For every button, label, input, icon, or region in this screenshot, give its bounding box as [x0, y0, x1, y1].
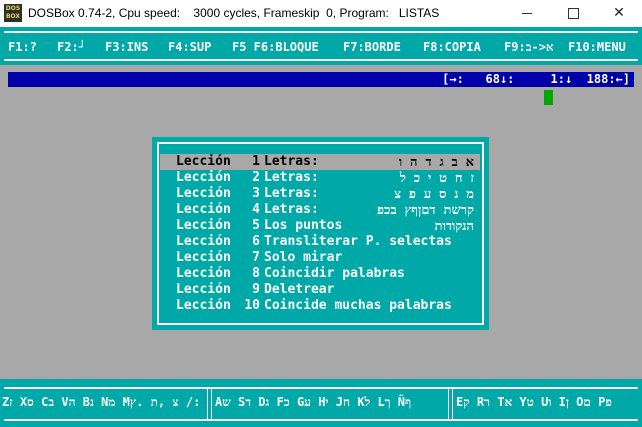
lesson-number: 5	[252, 218, 260, 233]
lesson-title: Letras:	[264, 202, 319, 217]
minimize-icon	[522, 12, 532, 14]
window-title: DOSBox 0.74-2, Cpu speed: 3000 cycles, F…	[28, 6, 440, 20]
key-map-top-row: Eק Rר Tא Yט Uו Iן Oם Pפ	[456, 395, 612, 409]
lesson-title: Letras:	[264, 154, 319, 169]
keystrip-divider	[448, 387, 453, 421]
lesson-hebrew-letters: מ נ ס ע פ צ	[394, 187, 474, 202]
maximize-icon	[567, 7, 579, 19]
lesson-word: Lección	[176, 234, 231, 249]
lesson-item-2[interactable]: Lección 2 Letras: ז ח ט י כ ל	[160, 170, 480, 186]
lesson-word: Lección	[176, 266, 231, 281]
cursor-position-status: [→: 68↓: 1:↓ 188:←]	[442, 72, 630, 86]
status-bar: [→: 68↓: 1:↓ 188:←]	[8, 72, 634, 87]
window-title-bar[interactable]: DOS BOX DOSBox 0.74-2, Cpu speed: 3000 c…	[0, 0, 642, 28]
minimize-button[interactable]	[504, 0, 550, 27]
lesson-hebrew-letters: ז ח ט י כ ל	[399, 171, 474, 186]
close-icon: ✕	[613, 5, 625, 21]
lesson-item-4[interactable]: Lección 4 Letras: קרשת דםןףץ בכפ	[160, 202, 480, 218]
icon-label-top: DOS	[5, 5, 21, 12]
key-map-middle-row: Aש Sד Dג Fכ Gע Hי Jח Kל Lך Ñף	[215, 395, 412, 409]
lesson-word: Lección	[176, 298, 231, 313]
lesson-number: 1	[252, 154, 260, 169]
lesson-item-3[interactable]: Lección 3 Letras: מ נ ס ע פ צ	[160, 186, 480, 202]
menu-item-f2-enter[interactable]: F2:┘	[57, 40, 86, 54]
lesson-title: Letras:	[264, 170, 319, 185]
lesson-word: Lección	[176, 250, 231, 265]
lesson-item-5[interactable]: Lección 5 Los puntos הנקודות	[160, 218, 480, 234]
lesson-title: Letras:	[264, 186, 319, 201]
lesson-word: Lección	[176, 170, 231, 185]
maximize-button[interactable]	[550, 0, 596, 27]
menu-item-f1-help[interactable]: F1:?	[8, 40, 37, 54]
close-button[interactable]: ✕	[596, 0, 642, 27]
lesson-title: Transliterar P. selectas	[264, 234, 452, 249]
lesson-item-10[interactable]: Lección 10 Coincide muchas palabras	[160, 298, 480, 314]
lesson-number: 7	[252, 250, 260, 265]
icon-label-bottom: BOX	[5, 13, 21, 20]
lesson-number: 2	[252, 170, 260, 185]
menu-item-f10-menu[interactable]: F10:MENU	[568, 40, 626, 54]
keystrip-divider	[207, 387, 212, 421]
lesson-title: Coincidir palabras	[264, 266, 405, 281]
lesson-title: Solo mirar	[264, 250, 343, 265]
function-key-menubar: F1:? F2:┘ F3:INS F4:SUP F5 F6:BLOQUE F7:…	[0, 27, 642, 65]
lesson-word: Lección	[176, 282, 231, 297]
dosbox-icon: DOS BOX	[4, 4, 22, 22]
menu-item-f5f6-bloque[interactable]: F5 F6:BLOQUE	[232, 40, 319, 54]
lesson-title: Deletrear	[264, 282, 335, 297]
dos-screen[interactable]: F1:? F2:┘ F3:INS F4:SUP F5 F6:BLOQUE F7:…	[0, 27, 642, 427]
lesson-word: Lección	[176, 218, 231, 233]
lesson-number: 6	[252, 234, 260, 249]
keyboard-map-strip: Zז Xס Cב Vה Bנ Nמ Mצ ,ת .ץ /: Aש Sד Dג F…	[0, 379, 642, 427]
menu-item-f9-direction[interactable]: F9:א<-ב	[504, 40, 554, 55]
menu-item-f8-copia[interactable]: F8:COPIA	[423, 40, 481, 54]
lesson-number: 9	[252, 282, 260, 297]
lesson-title: Los puntos	[264, 218, 343, 233]
lesson-title: Coincide muchas palabras	[264, 298, 452, 313]
lesson-number: 3	[252, 186, 260, 201]
lesson-item-1[interactable]: Lección 1 Letras: א ב ג ד ה ו	[160, 154, 480, 170]
lesson-number: 10	[244, 298, 260, 313]
lesson-menu-dialog: Lección 1 Letras: א ב ג ד ה ו Lección 2 …	[152, 137, 489, 330]
key-map-bottom-row: Zז Xס Cב Vה Bנ Nמ Mצ ,ת .ץ /:	[2, 395, 201, 409]
text-cursor	[544, 90, 553, 105]
lesson-item-9[interactable]: Lección 9 Deletrear	[160, 282, 480, 298]
lesson-number: 4	[252, 202, 260, 217]
lesson-number: 8	[252, 266, 260, 281]
lesson-word: Lección	[176, 154, 231, 169]
menu-item-f3-ins[interactable]: F3:INS	[105, 40, 148, 54]
menu-item-f7-borde[interactable]: F7:BORDE	[343, 40, 401, 54]
lesson-hebrew-letters: קרשת דםןףץ בכפ	[376, 203, 474, 218]
lesson-item-7[interactable]: Lección 7 Solo mirar	[160, 250, 480, 266]
lesson-word: Lección	[176, 186, 231, 201]
lesson-item-8[interactable]: Lección 8 Coincidir palabras	[160, 266, 480, 282]
lesson-hebrew-letters: הנקודות	[434, 219, 475, 234]
lesson-item-6[interactable]: Lección 6 Transliterar P. selectas	[160, 234, 480, 250]
lesson-hebrew-letters: א ב ג ד ה ו	[398, 155, 474, 170]
lesson-word: Lección	[176, 202, 231, 217]
menu-item-f4-sup[interactable]: F4:SUP	[168, 40, 211, 54]
